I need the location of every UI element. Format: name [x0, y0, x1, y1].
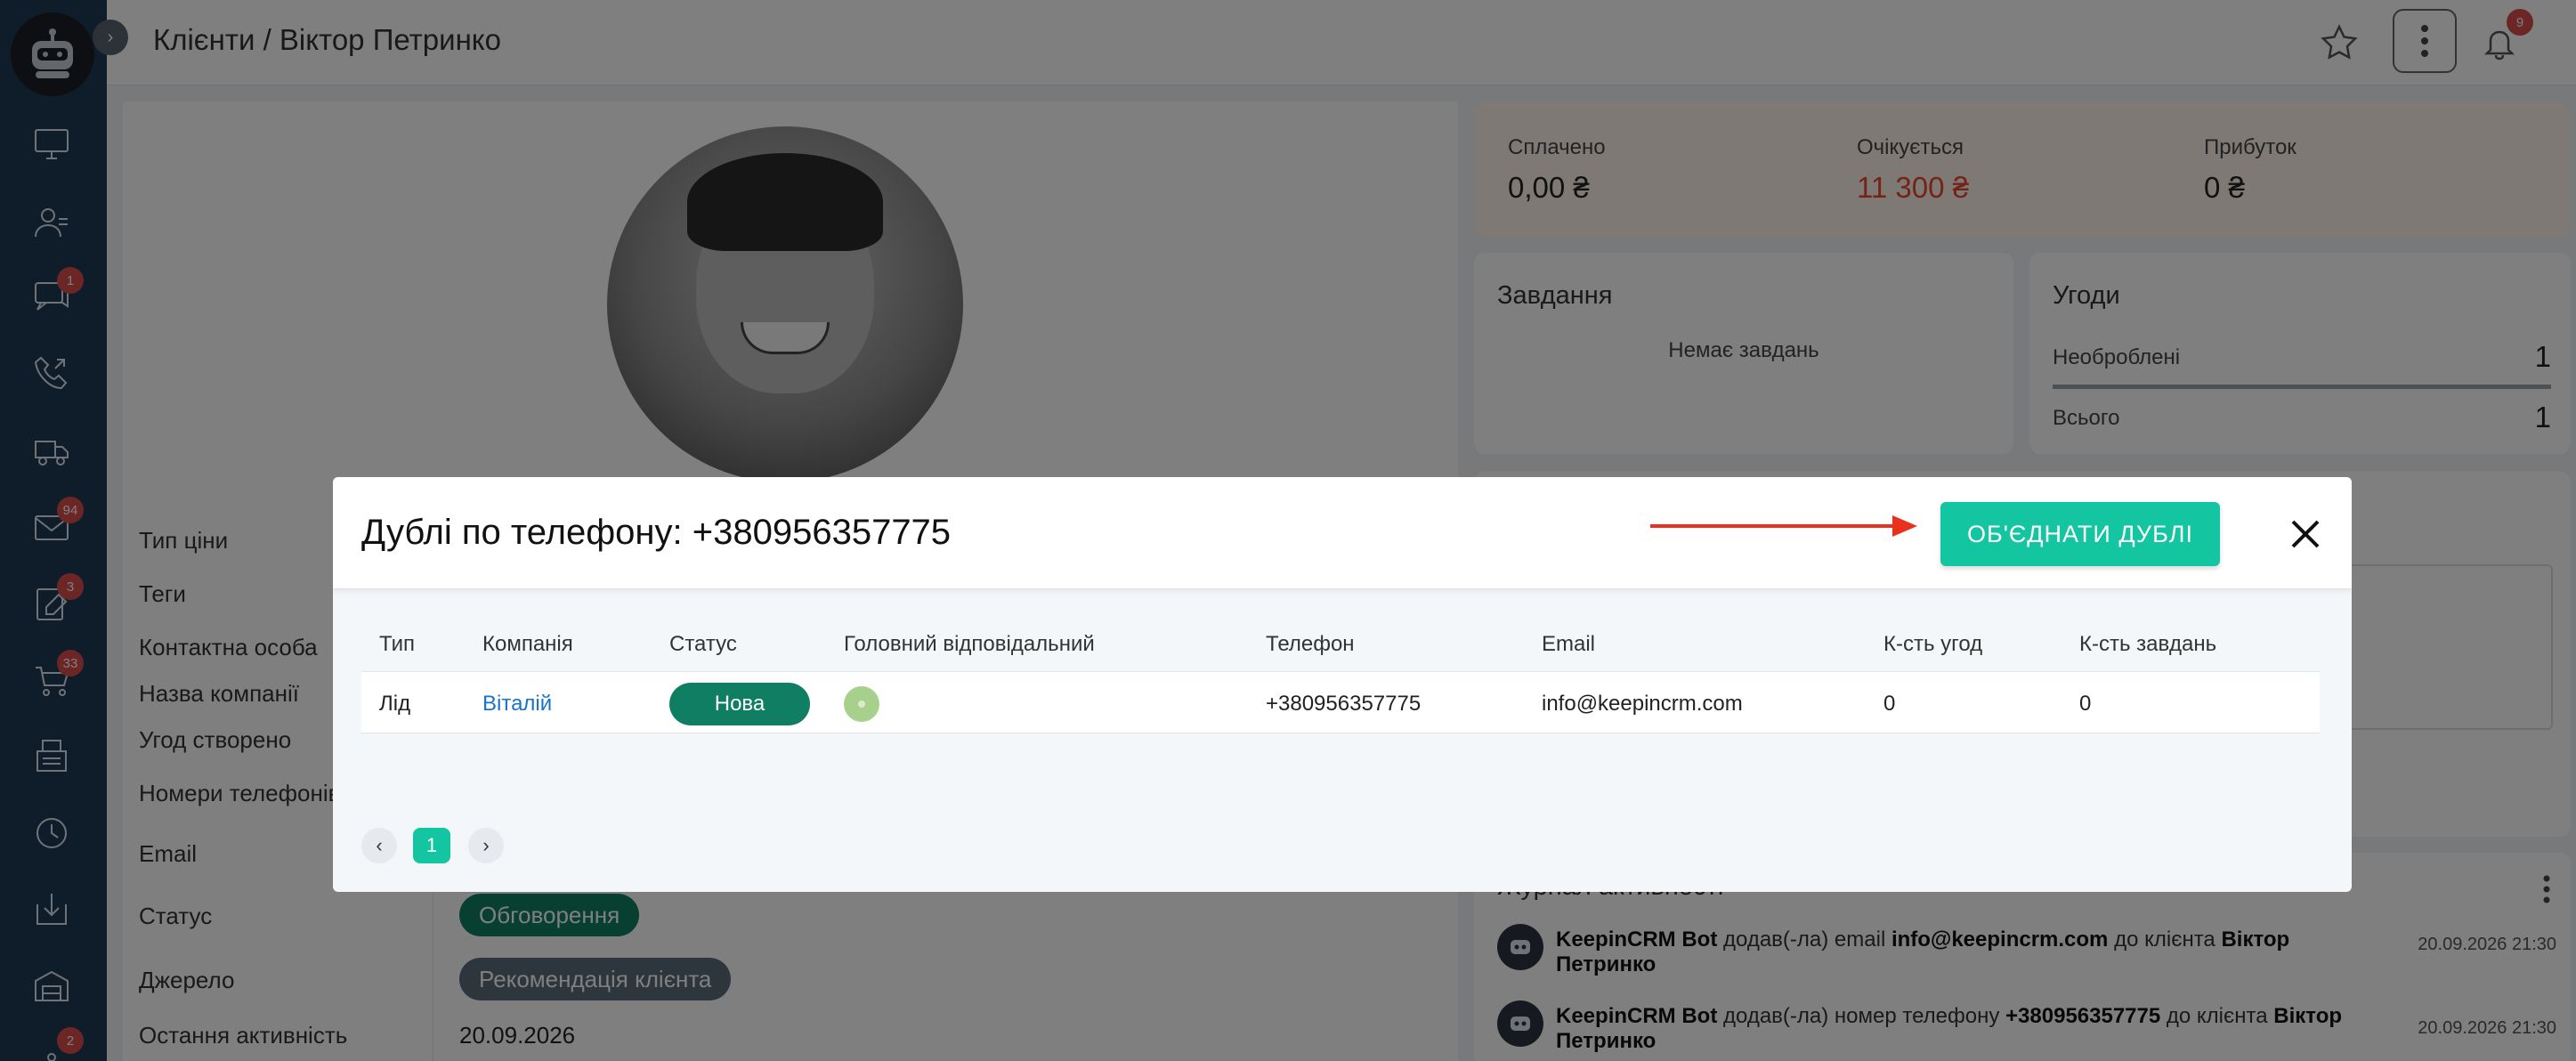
- modal-header: Дублі по телефону: +380956357775 ОБ'ЄДНА…: [333, 477, 2352, 589]
- column-email[interactable]: Email: [1542, 632, 1595, 657]
- modal-title: Дублі по телефону: +380956357775: [361, 513, 952, 552]
- cell-email: info@keepincrm.com: [1542, 692, 1743, 716]
- cell-status-badge: Нова: [669, 683, 810, 725]
- duplicates-modal: Дублі по телефону: +380956357775 ОБ'ЄДНА…: [333, 477, 2352, 892]
- merge-duplicates-button[interactable]: ОБ'ЄДНАТИ ДУБЛІ: [1940, 502, 2220, 566]
- cell-tasks-count: 0: [2079, 692, 2092, 716]
- close-icon[interactable]: [2286, 514, 2325, 554]
- cell-type: Лід: [379, 692, 411, 716]
- column-deals-count[interactable]: К-сть угод: [1883, 632, 1982, 657]
- column-status[interactable]: Статус: [669, 632, 737, 657]
- column-type[interactable]: Тип: [379, 632, 415, 657]
- table-row[interactable]: Лід Віталій Нова +380956357775 info@keep…: [361, 671, 2320, 733]
- cell-deals-count: 0: [1883, 692, 1896, 716]
- arrow-annotation-icon: [1650, 515, 1917, 537]
- pagination-prev-button[interactable]: ‹: [361, 828, 397, 863]
- cell-company-link[interactable]: Віталій: [482, 692, 552, 717]
- responsible-avatar-icon: [844, 686, 879, 722]
- pagination-page-1[interactable]: 1: [413, 828, 450, 863]
- column-responsible[interactable]: Головний відповідальний: [844, 632, 1095, 657]
- pagination-next-button[interactable]: ›: [468, 828, 504, 863]
- column-company[interactable]: Компанія: [482, 632, 573, 657]
- column-phone[interactable]: Телефон: [1266, 632, 1355, 657]
- column-tasks-count[interactable]: К-сть завдань: [2079, 632, 2216, 657]
- cell-phone: +380956357775: [1266, 692, 1422, 716]
